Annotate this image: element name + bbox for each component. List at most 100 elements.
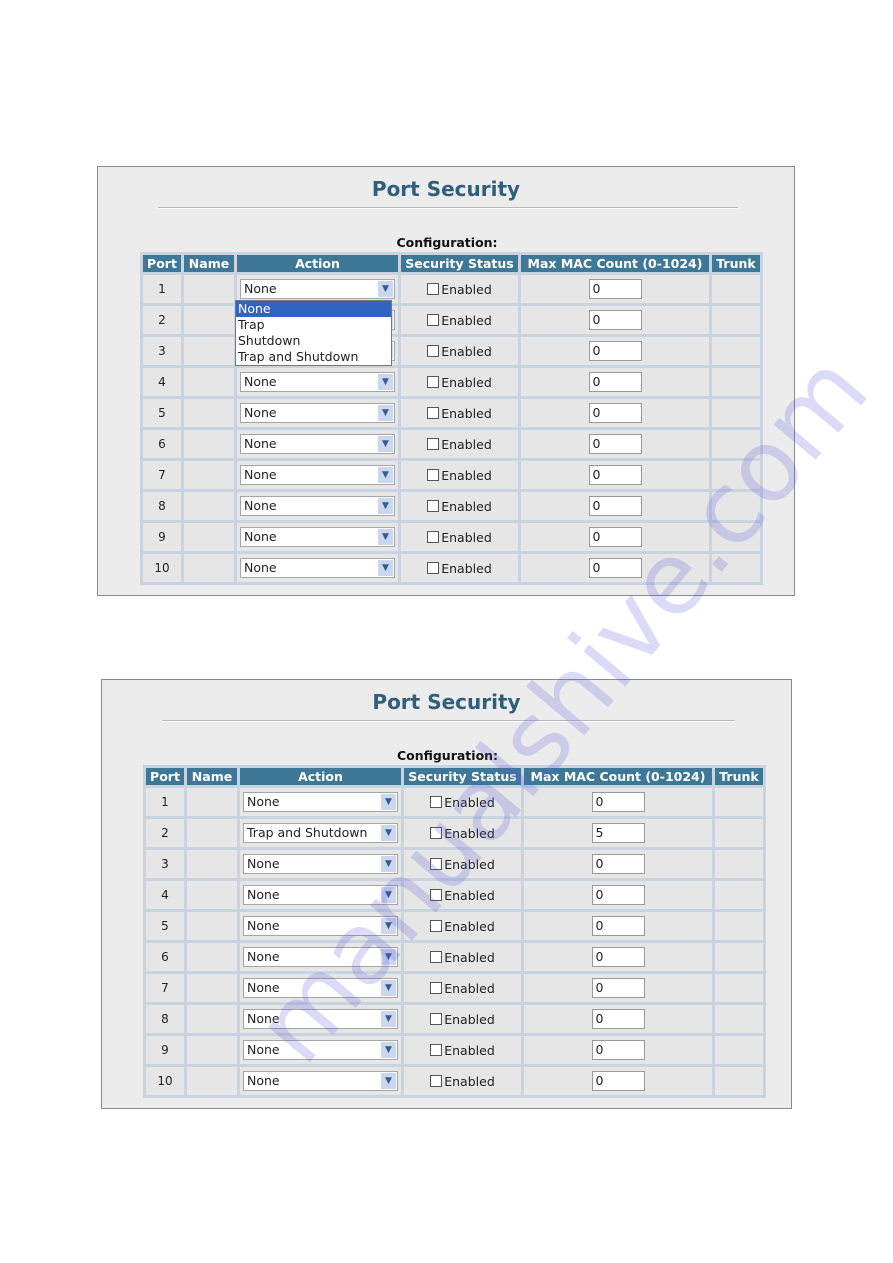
chevron-down-icon[interactable]: ▼ <box>381 918 396 934</box>
action-select[interactable]: None ▼ <box>240 558 395 578</box>
security-status-checkbox[interactable] <box>427 376 440 388</box>
action-select[interactable]: None ▼ <box>240 496 395 516</box>
action-select[interactable]: None ▼ <box>243 885 398 905</box>
chevron-down-icon[interactable]: ▼ <box>378 281 393 297</box>
chevron-down-icon[interactable]: ▼ <box>378 436 393 452</box>
max-mac-count-input[interactable]: 0 <box>591 1040 645 1060</box>
max-mac-count-input[interactable]: 0 <box>588 341 642 361</box>
chevron-down-icon[interactable]: ▼ <box>378 498 393 514</box>
security-status-checkbox[interactable] <box>427 283 440 295</box>
action-select[interactable]: None ▼ <box>243 916 398 936</box>
name-cell <box>187 1067 237 1095</box>
dropdown-option[interactable]: None <box>236 301 391 317</box>
max-mac-count-input[interactable]: 5 <box>591 823 645 843</box>
column-header-port: Port <box>143 255 181 272</box>
security-status-checkbox[interactable] <box>427 562 440 574</box>
security-status-checkbox[interactable] <box>430 951 443 963</box>
security-status-checkbox[interactable] <box>427 407 440 419</box>
max-mac-count-input[interactable]: 0 <box>588 558 642 578</box>
chevron-down-icon[interactable]: ▼ <box>381 949 396 965</box>
chevron-down-icon[interactable]: ▼ <box>381 794 396 810</box>
action-dropdown-list[interactable]: None Trap Shutdown Trap and Shutdown <box>235 300 392 366</box>
action-select[interactable]: None ▼ <box>243 792 398 812</box>
action-select[interactable]: Trap and Shutdown ▼ <box>243 823 398 843</box>
security-status-checkbox[interactable] <box>430 1075 443 1087</box>
security-status-checkbox[interactable] <box>430 827 443 839</box>
action-select[interactable]: None ▼ <box>243 978 398 998</box>
trunk-cell <box>712 337 760 365</box>
max-mac-count-cell: 0 <box>524 881 712 909</box>
max-mac-count-input[interactable]: 0 <box>588 527 642 547</box>
max-mac-count-input[interactable]: 0 <box>588 465 642 485</box>
security-status-checkbox[interactable] <box>427 500 440 512</box>
chevron-down-icon[interactable]: ▼ <box>378 467 393 483</box>
name-cell <box>187 850 237 878</box>
chevron-down-icon[interactable]: ▼ <box>381 1042 396 1058</box>
dropdown-option[interactable]: Trap and Shutdown <box>236 349 391 365</box>
action-select[interactable]: None ▼ <box>243 1009 398 1029</box>
security-status-checkbox[interactable] <box>430 1013 443 1025</box>
max-mac-count-input[interactable]: 0 <box>591 854 645 874</box>
max-mac-count-input[interactable]: 0 <box>588 310 642 330</box>
security-status-checkbox[interactable] <box>430 982 443 994</box>
max-mac-count-input[interactable]: 0 <box>588 372 642 392</box>
max-mac-count-input[interactable]: 0 <box>591 978 645 998</box>
max-mac-count-input[interactable]: 0 <box>591 1009 645 1029</box>
action-select[interactable]: None ▼ <box>240 372 395 392</box>
chevron-down-icon[interactable]: ▼ <box>381 1011 396 1027</box>
port-cell: 1 <box>146 788 184 816</box>
max-mac-count-input[interactable]: 0 <box>588 403 642 423</box>
name-cell <box>187 788 237 816</box>
dropdown-option[interactable]: Shutdown <box>236 333 391 349</box>
chevron-down-icon[interactable]: ▼ <box>381 887 396 903</box>
max-mac-count-cell: 0 <box>521 399 709 427</box>
action-select[interactable]: None ▼ <box>240 527 395 547</box>
port-cell: 7 <box>143 461 181 489</box>
action-select[interactable]: None ▼ <box>243 947 398 967</box>
security-status-checkbox[interactable] <box>427 438 440 450</box>
max-mac-count-input[interactable]: 0 <box>591 1071 645 1091</box>
max-mac-count-input[interactable]: 0 <box>591 792 645 812</box>
security-status-checkbox[interactable] <box>427 531 440 543</box>
dropdown-option[interactable]: Trap <box>236 317 391 333</box>
security-status-checkbox[interactable] <box>430 889 443 901</box>
action-select[interactable]: None ▼ <box>243 854 398 874</box>
chevron-down-icon[interactable]: ▼ <box>378 560 393 576</box>
name-cell <box>184 337 234 365</box>
action-select[interactable]: None ▼ <box>240 465 395 485</box>
chevron-down-icon[interactable]: ▼ <box>378 529 393 545</box>
security-status-checkbox[interactable] <box>430 858 443 870</box>
security-status-checkbox[interactable] <box>427 469 440 481</box>
security-status-label: Enabled <box>441 498 492 514</box>
chevron-down-icon[interactable]: ▼ <box>381 825 396 841</box>
chevron-down-icon[interactable]: ▼ <box>381 856 396 872</box>
action-cell: None ▼ <box>237 430 398 458</box>
action-cell: None ▼ <box>237 554 398 582</box>
chevron-down-icon[interactable]: ▼ <box>381 980 396 996</box>
security-status-checkbox[interactable] <box>427 314 440 326</box>
max-mac-count-input[interactable]: 0 <box>588 279 642 299</box>
security-status-cell: Enabled <box>401 430 518 458</box>
security-status-checkbox[interactable] <box>430 920 443 932</box>
chevron-down-icon[interactable]: ▼ <box>381 1073 396 1089</box>
max-mac-count-input[interactable]: 0 <box>591 916 645 936</box>
action-select[interactable]: None ▼ <box>240 434 395 454</box>
security-status-label: Enabled <box>444 1042 495 1058</box>
security-status-label: Enabled <box>444 980 495 996</box>
max-mac-count-input[interactable]: 0 <box>591 947 645 967</box>
security-status-checkbox[interactable] <box>427 345 440 357</box>
max-mac-count-cell: 0 <box>521 275 709 303</box>
action-select[interactable]: None ▼ <box>243 1040 398 1060</box>
security-status-checkbox[interactable] <box>430 1044 443 1056</box>
action-select[interactable]: None ▼ <box>240 403 395 423</box>
action-select[interactable]: None ▼ <box>243 1071 398 1091</box>
security-status-checkbox[interactable] <box>430 796 443 808</box>
max-mac-count-input[interactable]: 0 <box>588 496 642 516</box>
max-mac-count-input[interactable]: 0 <box>588 434 642 454</box>
chevron-down-icon[interactable]: ▼ <box>378 374 393 390</box>
security-status-label: Enabled <box>444 1011 495 1027</box>
action-select[interactable]: None ▼ <box>240 279 395 299</box>
security-status-cell: Enabled <box>404 850 521 878</box>
chevron-down-icon[interactable]: ▼ <box>378 405 393 421</box>
max-mac-count-input[interactable]: 0 <box>591 885 645 905</box>
